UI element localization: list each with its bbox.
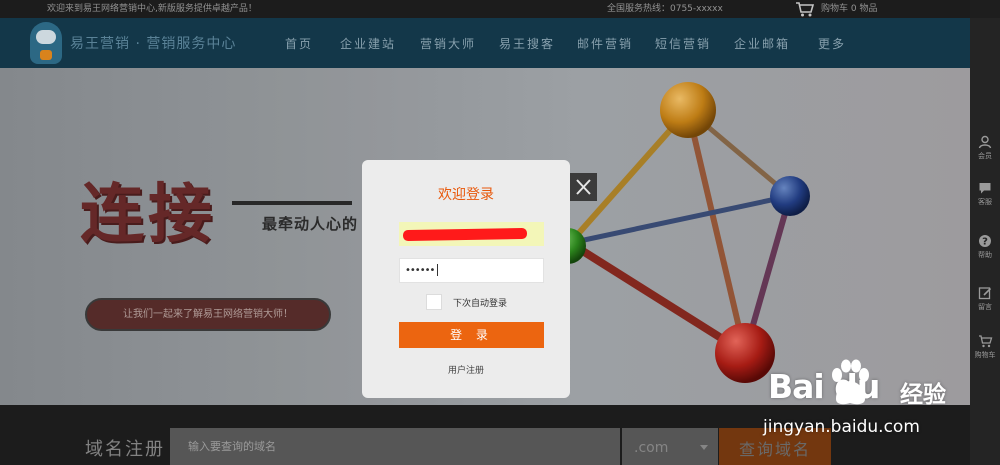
sidebar-item-label: 客服 bbox=[978, 198, 992, 206]
sidebar-item-message[interactable]: 留言 bbox=[970, 286, 1000, 330]
modal-close-button[interactable] bbox=[570, 173, 597, 201]
sidebar-item-label: 留言 bbox=[978, 303, 992, 311]
register-link[interactable]: 用户注册 bbox=[362, 363, 570, 376]
sidebar-item-label: 购物车 bbox=[974, 351, 996, 359]
jingyan-url: jingyan.baidu.com bbox=[763, 417, 920, 437]
user-icon bbox=[978, 135, 992, 149]
close-icon bbox=[576, 179, 591, 195]
password-field[interactable]: •••••• bbox=[399, 258, 544, 283]
cart-icon bbox=[978, 335, 992, 348]
help-icon: ? bbox=[979, 235, 991, 248]
sidebar-item-service[interactable]: 客服 bbox=[970, 181, 1000, 225]
modal-title: 欢迎登录 bbox=[438, 187, 494, 203]
svg-text:?: ? bbox=[982, 237, 988, 248]
jingyan-text: 经验 bbox=[900, 382, 946, 408]
sidebar-item-label: 帮助 bbox=[978, 251, 992, 259]
sidebar-item-cart[interactable]: 购物车 bbox=[970, 334, 1000, 378]
redaction-mark bbox=[402, 227, 528, 242]
username-field[interactable] bbox=[399, 222, 544, 246]
chat-icon bbox=[979, 183, 991, 194]
baidu-jingyan-watermark: Bai du 经验 jingyan.baidu.com bbox=[760, 357, 960, 457]
remember-me-checkbox[interactable] bbox=[426, 294, 442, 310]
paw-icon bbox=[832, 359, 869, 405]
edit-icon bbox=[978, 287, 992, 300]
remember-me-row: 下次自动登录 bbox=[426, 294, 507, 310]
remember-me-label: 下次自动登录 bbox=[453, 298, 508, 309]
password-mask: •••••• bbox=[405, 265, 435, 276]
sidebar-item-member[interactable]: 会员 bbox=[970, 135, 1000, 179]
text-cursor bbox=[437, 264, 439, 276]
sidebar-item-help[interactable]: ? 帮助 bbox=[970, 234, 1000, 278]
right-sidebar: 会员 客服 ? 帮助 留言 购物车 bbox=[970, 18, 1000, 465]
sidebar-item-label: 会员 bbox=[978, 152, 992, 160]
login-modal: 欢迎登录 •••••• 下次自动登录 登 录 用户注册 bbox=[362, 160, 570, 398]
login-button[interactable]: 登 录 bbox=[399, 322, 544, 348]
